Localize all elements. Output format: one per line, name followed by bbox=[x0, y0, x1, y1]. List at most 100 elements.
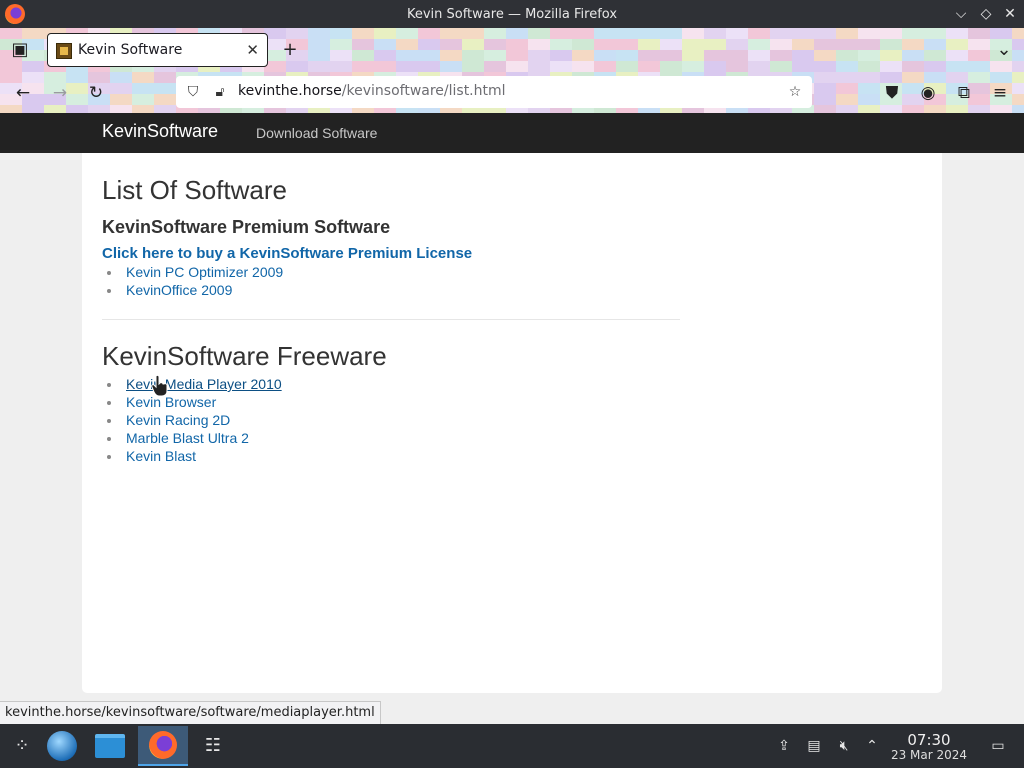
mosaic-tile bbox=[748, 50, 770, 61]
freeware-link[interactable]: Kevin Racing 2D bbox=[126, 412, 230, 428]
clipboard-icon[interactable]: ▤ bbox=[804, 736, 824, 756]
mosaic-tile bbox=[836, 50, 858, 61]
mosaic-tile bbox=[726, 39, 748, 50]
mosaic-tile bbox=[154, 94, 176, 105]
firefox-taskbar-icon[interactable] bbox=[138, 726, 188, 766]
mosaic-tile bbox=[792, 39, 814, 50]
site-brand[interactable]: KevinSoftware bbox=[102, 121, 218, 142]
mosaic-tile bbox=[374, 28, 396, 39]
list-item: Kevin Media Player 2010 bbox=[107, 375, 282, 393]
list-all-tabs-chevron-icon[interactable]: ⌄ bbox=[991, 37, 1017, 63]
mosaic-tile bbox=[528, 28, 550, 39]
mosaic-tile bbox=[462, 50, 484, 61]
web-page-viewport: KevinSoftware Download Software List Of … bbox=[0, 113, 1024, 724]
file-manager-folder-icon[interactable] bbox=[88, 726, 132, 766]
tracking-shield-icon[interactable]: ⛉ bbox=[184, 83, 202, 101]
tab-close-icon[interactable]: ✕ bbox=[246, 41, 259, 59]
pocket-icon[interactable]: ⛊ bbox=[879, 80, 905, 106]
mosaic-tile bbox=[770, 61, 792, 72]
premium-software-link[interactable]: KevinOffice 2009 bbox=[126, 282, 232, 298]
mosaic-tile bbox=[814, 94, 836, 105]
clock-date[interactable]: 23 Mar 2024 bbox=[888, 748, 970, 762]
insecure-lock-icon[interactable]: 🔓︎ bbox=[211, 83, 229, 101]
mosaic-tile bbox=[748, 39, 770, 50]
mosaic-tile bbox=[374, 39, 396, 50]
mosaic-tile bbox=[660, 39, 682, 50]
system-settings-sliders-icon[interactable]: ☷ bbox=[191, 726, 235, 766]
site-favicon-icon bbox=[56, 43, 72, 59]
mosaic-tile bbox=[638, 61, 660, 72]
firefox-view-icon[interactable]: ▣ bbox=[7, 37, 33, 63]
show-desktop-icon[interactable]: ▭ bbox=[988, 736, 1008, 756]
mosaic-tile bbox=[814, 39, 836, 50]
mosaic-tile bbox=[770, 28, 792, 39]
mosaic-tile bbox=[704, 50, 726, 61]
mosaic-tile bbox=[660, 28, 682, 39]
bookmark-star-icon[interactable]: ☆ bbox=[786, 83, 804, 101]
mosaic-tile bbox=[1012, 105, 1024, 113]
mosaic-tile bbox=[682, 28, 704, 39]
mosaic-tile bbox=[154, 72, 176, 83]
download-software-link[interactable]: Download Software bbox=[256, 125, 377, 141]
mosaic-tile bbox=[572, 28, 594, 39]
back-arrow-icon[interactable]: ← bbox=[10, 80, 36, 106]
mosaic-tile bbox=[308, 61, 330, 72]
mosaic-tile bbox=[594, 61, 616, 72]
mosaic-tile bbox=[814, 83, 836, 94]
navigation-toolbar: ← → ↻ ⛉ 🔓︎ kevinthe.horse/kevinsoftware/… bbox=[0, 72, 1024, 113]
mosaic-tile bbox=[110, 94, 132, 105]
mosaic-tile bbox=[308, 50, 330, 61]
tray-expand-chevron-icon[interactable]: ⌃ bbox=[862, 736, 882, 756]
window-titlebar: Kevin Software — Mozilla Firefox ⌵ ◇ ✕ bbox=[0, 0, 1024, 28]
mosaic-tile bbox=[880, 105, 902, 113]
mosaic-tile bbox=[616, 61, 638, 72]
mosaic-tile bbox=[572, 39, 594, 50]
hand-pointer-cursor-icon bbox=[151, 375, 168, 397]
list-item: Kevin PC Optimizer 2009 bbox=[106, 263, 283, 281]
app-launcher-icon[interactable]: ⁘ bbox=[0, 726, 44, 766]
list-item: Kevin Racing 2D bbox=[107, 411, 282, 429]
mosaic-tile bbox=[946, 105, 968, 113]
mosaic-tile bbox=[814, 61, 836, 72]
url-bar[interactable]: ⛉ 🔓︎ kevinthe.horse/kevinsoftware/list.h… bbox=[176, 76, 812, 108]
mosaic-tile bbox=[550, 28, 572, 39]
taskbar: ⁘ ☷ ⇪ ▤ 🔇︎ ⌃ 07:30 23 Mar 2024 ▭ bbox=[0, 724, 1024, 768]
mosaic-tile bbox=[528, 61, 550, 72]
mosaic-tile bbox=[594, 28, 616, 39]
mosaic-tile bbox=[528, 39, 550, 50]
mosaic-tile bbox=[924, 50, 946, 61]
new-tab-plus-icon[interactable]: + bbox=[277, 37, 303, 63]
forward-arrow-icon[interactable]: → bbox=[47, 80, 73, 106]
freeware-link[interactable]: Marble Blast Ultra 2 bbox=[126, 430, 249, 446]
mosaic-tile bbox=[484, 50, 506, 61]
tab-kevin-software[interactable]: Kevin Software ✕ bbox=[47, 33, 268, 67]
mosaic-tile bbox=[704, 39, 726, 50]
window-title: Kevin Software — Mozilla Firefox bbox=[406, 7, 618, 22]
mosaic-tile bbox=[550, 50, 572, 61]
clock-time[interactable]: 07:30 bbox=[896, 731, 962, 749]
url-text[interactable]: kevinthe.horse/kevinsoftware/list.html bbox=[238, 83, 506, 99]
mosaic-tile bbox=[880, 61, 902, 72]
mosaic-tile bbox=[858, 28, 880, 39]
mosaic-tile bbox=[550, 61, 572, 72]
maximize-diamond-icon[interactable]: ◇ bbox=[977, 5, 995, 23]
app-menu-hamburger-icon[interactable]: ≡ bbox=[987, 80, 1013, 106]
premium-software-link[interactable]: Kevin PC Optimizer 2009 bbox=[126, 264, 283, 280]
reload-icon[interactable]: ↻ bbox=[83, 80, 109, 106]
close-window-icon[interactable]: ✕ bbox=[1001, 5, 1019, 23]
mosaic-tile bbox=[968, 105, 990, 113]
windows-orb-icon[interactable] bbox=[40, 726, 84, 766]
account-icon[interactable]: ◉ bbox=[915, 80, 941, 106]
mosaic-tile bbox=[330, 50, 352, 61]
mosaic-tile bbox=[704, 61, 726, 72]
mosaic-tile bbox=[484, 61, 506, 72]
extensions-puzzle-icon[interactable]: ⧉ bbox=[951, 80, 977, 106]
freeware-link-media-player[interactable]: Kevin Media Player 2010 bbox=[126, 376, 282, 392]
buy-premium-license-link[interactable]: Click here to buy a KevinSoftware Premiu… bbox=[102, 245, 472, 262]
freeware-link[interactable]: Kevin Blast bbox=[126, 448, 196, 464]
freeware-link[interactable]: Kevin Browser bbox=[126, 394, 216, 410]
network-update-icon[interactable]: ⇪ bbox=[774, 736, 794, 756]
volume-muted-icon[interactable]: 🔇︎ bbox=[834, 736, 854, 756]
minimize-chevron-icon[interactable]: ⌵ bbox=[952, 5, 970, 23]
url-host: kevinthe.horse bbox=[238, 83, 342, 99]
